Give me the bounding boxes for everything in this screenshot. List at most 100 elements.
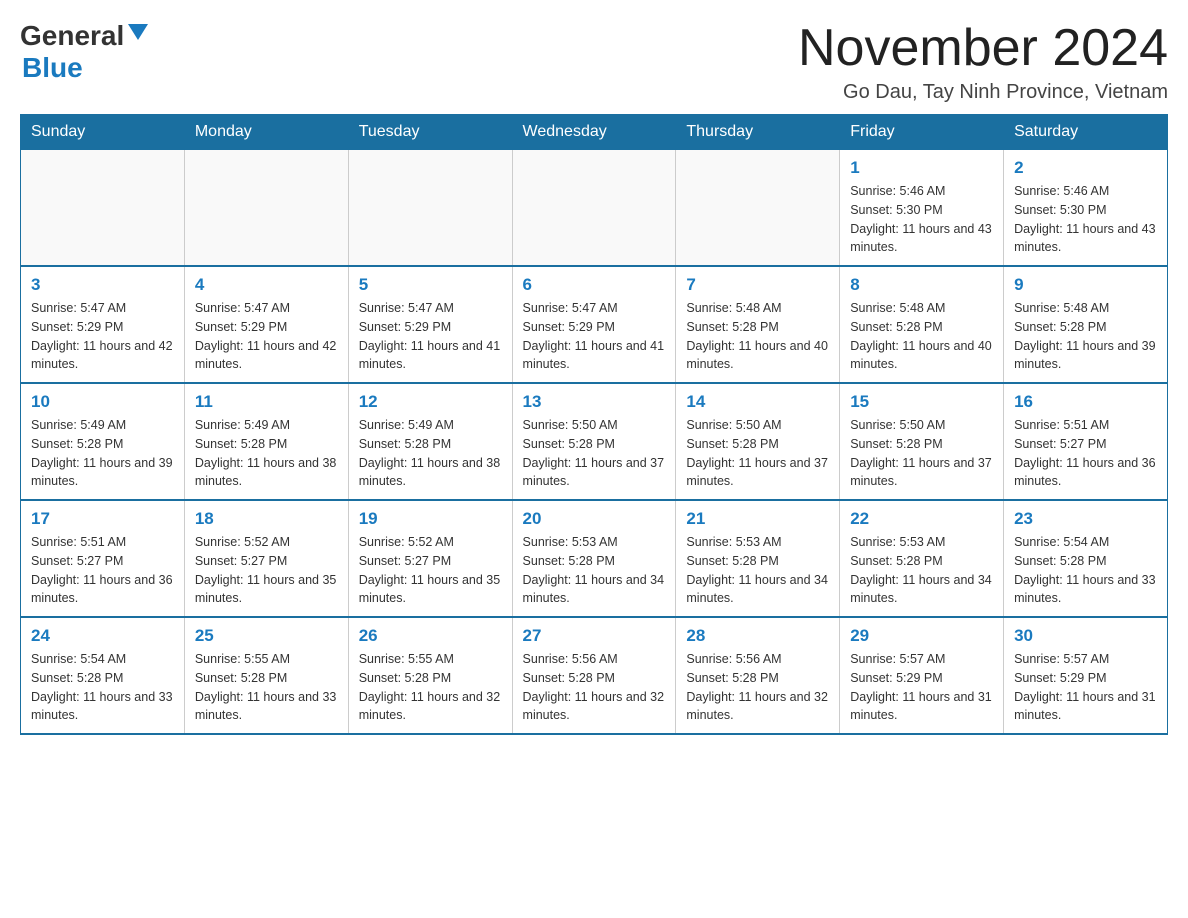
day-number: 23 (1014, 509, 1157, 529)
day-info: Sunrise: 5:53 AMSunset: 5:28 PMDaylight:… (523, 533, 666, 608)
logo-blue-text: Blue (22, 52, 83, 83)
day-info: Sunrise: 5:49 AMSunset: 5:28 PMDaylight:… (359, 416, 502, 491)
day-info: Sunrise: 5:48 AMSunset: 5:28 PMDaylight:… (686, 299, 829, 374)
day-number: 4 (195, 275, 338, 295)
calendar-cell: 3 Sunrise: 5:47 AMSunset: 5:29 PMDaylight… (21, 266, 185, 383)
calendar-week-row: 10 Sunrise: 5:49 AMSunset: 5:28 PMDayligh… (21, 383, 1168, 500)
calendar-cell: 14 Sunrise: 5:50 AMSunset: 5:28 PMDayligh… (676, 383, 840, 500)
day-info: Sunrise: 5:51 AMSunset: 5:27 PMDaylight:… (31, 533, 174, 608)
day-number: 10 (31, 392, 174, 412)
days-of-week-row: Sunday Monday Tuesday Wednesday Thursday… (21, 115, 1168, 150)
day-info: Sunrise: 5:52 AMSunset: 5:27 PMDaylight:… (359, 533, 502, 608)
calendar-week-row: 24 Sunrise: 5:54 AMSunset: 5:28 PMDayligh… (21, 617, 1168, 734)
day-info: Sunrise: 5:54 AMSunset: 5:28 PMDaylight:… (31, 650, 174, 725)
calendar-body: 1 Sunrise: 5:46 AMSunset: 5:30 PMDaylight… (21, 150, 1168, 735)
day-info: Sunrise: 5:57 AMSunset: 5:29 PMDaylight:… (1014, 650, 1157, 725)
logo-arrow-icon (128, 24, 148, 45)
calendar-cell: 10 Sunrise: 5:49 AMSunset: 5:28 PMDayligh… (21, 383, 185, 500)
day-info: Sunrise: 5:56 AMSunset: 5:28 PMDaylight:… (686, 650, 829, 725)
calendar-cell: 4 Sunrise: 5:47 AMSunset: 5:29 PMDaylight… (184, 266, 348, 383)
day-number: 20 (523, 509, 666, 529)
day-number: 27 (523, 626, 666, 646)
calendar-cell: 5 Sunrise: 5:47 AMSunset: 5:29 PMDaylight… (348, 266, 512, 383)
day-info: Sunrise: 5:52 AMSunset: 5:27 PMDaylight:… (195, 533, 338, 608)
calendar-cell: 26 Sunrise: 5:55 AMSunset: 5:28 PMDayligh… (348, 617, 512, 734)
day-info: Sunrise: 5:49 AMSunset: 5:28 PMDaylight:… (195, 416, 338, 491)
calendar-cell: 19 Sunrise: 5:52 AMSunset: 5:27 PMDayligh… (348, 500, 512, 617)
calendar-cell: 29Sunrise: 5:57 AMSunset: 5:29 PMDayligh… (840, 617, 1004, 734)
day-number: 3 (31, 275, 174, 295)
day-number: 28 (686, 626, 829, 646)
page-header: General Blue November 2024 Go Dau, Tay N… (20, 20, 1168, 104)
col-saturday: Saturday (1004, 115, 1168, 150)
calendar-cell: 20 Sunrise: 5:53 AMSunset: 5:28 PMDayligh… (512, 500, 676, 617)
day-number: 15 (850, 392, 993, 412)
day-number: 24 (31, 626, 174, 646)
day-number: 22 (850, 509, 993, 529)
calendar-cell: 2 Sunrise: 5:46 AMSunset: 5:30 PMDaylight… (1004, 150, 1168, 267)
day-info: Sunrise: 5:50 AMSunset: 5:28 PMDaylight:… (523, 416, 666, 491)
calendar-cell: 18 Sunrise: 5:52 AMSunset: 5:27 PMDayligh… (184, 500, 348, 617)
day-number: 5 (359, 275, 502, 295)
col-monday: Monday (184, 115, 348, 150)
day-info: Sunrise: 5:46 AMSunset: 5:30 PMDaylight:… (850, 182, 993, 257)
day-info: Sunrise: 5:48 AMSunset: 5:28 PMDaylight:… (1014, 299, 1157, 374)
day-info: Sunrise: 5:55 AMSunset: 5:28 PMDaylight:… (195, 650, 338, 725)
calendar-cell (676, 150, 840, 267)
calendar-cell: 23Sunrise: 5:54 AMSunset: 5:28 PMDayligh… (1004, 500, 1168, 617)
calendar-cell: 1 Sunrise: 5:46 AMSunset: 5:30 PMDaylight… (840, 150, 1004, 267)
day-info: Sunrise: 5:51 AMSunset: 5:27 PMDaylight:… (1014, 416, 1157, 491)
day-info: Sunrise: 5:50 AMSunset: 5:28 PMDaylight:… (686, 416, 829, 491)
calendar-cell: 25 Sunrise: 5:55 AMSunset: 5:28 PMDayligh… (184, 617, 348, 734)
day-info: Sunrise: 5:53 AMSunset: 5:28 PMDaylight:… (686, 533, 829, 608)
calendar-cell: 27 Sunrise: 5:56 AMSunset: 5:28 PMDayligh… (512, 617, 676, 734)
calendar-cell: 11 Sunrise: 5:49 AMSunset: 5:28 PMDayligh… (184, 383, 348, 500)
calendar-cell: 7 Sunrise: 5:48 AMSunset: 5:28 PMDaylight… (676, 266, 840, 383)
day-number: 7 (686, 275, 829, 295)
day-info: Sunrise: 5:47 AMSunset: 5:29 PMDaylight:… (195, 299, 338, 374)
day-number: 1 (850, 158, 993, 178)
day-number: 18 (195, 509, 338, 529)
day-number: 26 (359, 626, 502, 646)
day-info: Sunrise: 5:48 AMSunset: 5:28 PMDaylight:… (850, 299, 993, 374)
location-text: Go Dau, Tay Ninh Province, Vietnam (798, 81, 1168, 104)
calendar-cell: 9 Sunrise: 5:48 AMSunset: 5:28 PMDaylight… (1004, 266, 1168, 383)
month-title: November 2024 (798, 20, 1168, 77)
calendar-week-row: 3 Sunrise: 5:47 AMSunset: 5:29 PMDaylight… (21, 266, 1168, 383)
calendar-cell: 8 Sunrise: 5:48 AMSunset: 5:28 PMDaylight… (840, 266, 1004, 383)
calendar-cell (184, 150, 348, 267)
day-info: Sunrise: 5:47 AMSunset: 5:29 PMDaylight:… (31, 299, 174, 374)
day-info: Sunrise: 5:47 AMSunset: 5:29 PMDaylight:… (359, 299, 502, 374)
col-friday: Friday (840, 115, 1004, 150)
day-number: 30 (1014, 626, 1157, 646)
calendar-cell: 12Sunrise: 5:49 AMSunset: 5:28 PMDayligh… (348, 383, 512, 500)
calendar-week-row: 17Sunrise: 5:51 AMSunset: 5:27 PMDayligh… (21, 500, 1168, 617)
day-number: 13 (523, 392, 666, 412)
calendar-cell: 15Sunrise: 5:50 AMSunset: 5:28 PMDayligh… (840, 383, 1004, 500)
calendar-cell: 21 Sunrise: 5:53 AMSunset: 5:28 PMDayligh… (676, 500, 840, 617)
col-wednesday: Wednesday (512, 115, 676, 150)
calendar-header: Sunday Monday Tuesday Wednesday Thursday… (21, 115, 1168, 150)
day-number: 6 (523, 275, 666, 295)
logo-general-text: General (20, 20, 124, 52)
day-info: Sunrise: 5:46 AMSunset: 5:30 PMDaylight:… (1014, 182, 1157, 257)
day-number: 8 (850, 275, 993, 295)
day-number: 19 (359, 509, 502, 529)
calendar-cell: 30 Sunrise: 5:57 AMSunset: 5:29 PMDayligh… (1004, 617, 1168, 734)
day-number: 21 (686, 509, 829, 529)
day-number: 2 (1014, 158, 1157, 178)
day-number: 25 (195, 626, 338, 646)
day-info: Sunrise: 5:56 AMSunset: 5:28 PMDaylight:… (523, 650, 666, 725)
logo: General Blue (20, 20, 148, 84)
day-number: 11 (195, 392, 338, 412)
col-thursday: Thursday (676, 115, 840, 150)
day-info: Sunrise: 5:55 AMSunset: 5:28 PMDaylight:… (359, 650, 502, 725)
day-info: Sunrise: 5:57 AMSunset: 5:29 PMDaylight:… (850, 650, 993, 725)
col-tuesday: Tuesday (348, 115, 512, 150)
day-number: 9 (1014, 275, 1157, 295)
calendar-week-row: 1 Sunrise: 5:46 AMSunset: 5:30 PMDaylight… (21, 150, 1168, 267)
title-section: November 2024 Go Dau, Tay Ninh Province,… (798, 20, 1168, 104)
calendar-table: Sunday Monday Tuesday Wednesday Thursday… (20, 114, 1168, 735)
day-number: 14 (686, 392, 829, 412)
day-info: Sunrise: 5:49 AMSunset: 5:28 PMDaylight:… (31, 416, 174, 491)
